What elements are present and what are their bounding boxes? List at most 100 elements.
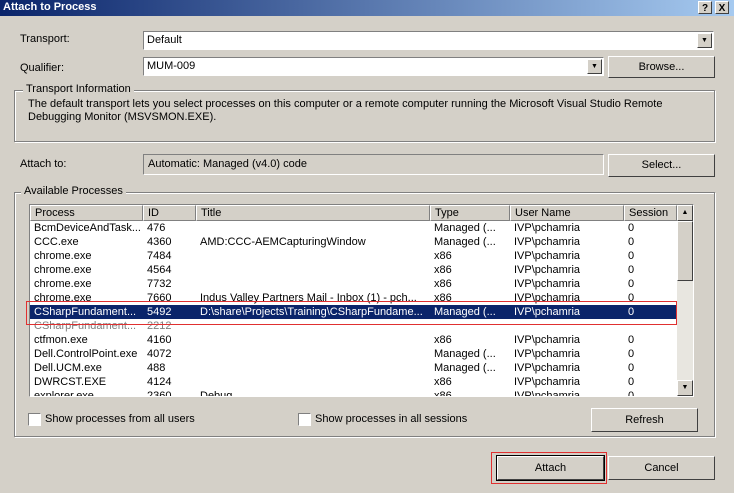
cell-process: CSharpFundament... xyxy=(34,306,137,318)
cell-session: 0 xyxy=(628,292,635,304)
column-header-type[interactable]: Type xyxy=(430,205,510,221)
cell-id: 476 xyxy=(147,222,166,234)
cell-type: Managed (... xyxy=(434,236,496,248)
cell-id: 2212 xyxy=(147,320,172,332)
cell-session: 0 xyxy=(628,348,635,360)
select-button[interactable]: Select... xyxy=(608,154,715,177)
all-sessions-checkbox[interactable] xyxy=(298,413,311,426)
process-row[interactable]: chrome.exe 7732 x86 IVP\pchamria 0 xyxy=(30,277,677,291)
cell-user: IVP\pchamria xyxy=(514,348,581,360)
attach-to-value: Automatic: Managed (v4.0) code xyxy=(148,158,307,170)
column-header-title[interactable]: Title xyxy=(196,205,430,221)
column-header-user-name[interactable]: User Name xyxy=(510,205,624,221)
cell-process: Dell.UCM.exe xyxy=(34,362,102,374)
cell-session: 0 xyxy=(628,334,635,346)
all-sessions-label: Show processes in all sessions xyxy=(315,413,468,425)
process-row[interactable]: chrome.exe 7660 Indus Valley Partners Mail… xyxy=(30,291,677,305)
process-row[interactable]: CSharpFundament... 2212 xyxy=(30,319,677,333)
cell-process: CSharpFundament... xyxy=(34,320,137,332)
scroll-down-icon[interactable]: ▼ xyxy=(677,380,693,396)
process-row[interactable]: chrome.exe 7484 x86 IVP\pchamria 0 xyxy=(30,249,677,263)
qualifier-label: Qualifier: xyxy=(20,62,65,74)
cell-process: chrome.exe xyxy=(34,292,92,304)
cell-type: x86 xyxy=(434,334,452,346)
cell-id: 7732 xyxy=(147,278,172,290)
process-row[interactable]: DWRCST.EXE 4124 x86 IVP\pchamria 0 xyxy=(30,375,677,389)
cell-session: 0 xyxy=(628,250,635,262)
refresh-button[interactable]: Refresh xyxy=(591,408,698,432)
column-header-process[interactable]: Process xyxy=(30,205,143,221)
cancel-button[interactable]: Cancel xyxy=(608,456,715,480)
transport-combo[interactable]: Default ▼ xyxy=(143,31,714,50)
cell-title: AMD:CCC-AEMCapturingWindow xyxy=(200,236,366,248)
attach-button[interactable]: Attach xyxy=(496,455,605,481)
scroll-up-icon[interactable]: ▲ xyxy=(677,205,693,221)
cell-process: BcmDeviceAndTask... xyxy=(34,222,141,234)
cell-user: IVP\pchamria xyxy=(514,334,581,346)
column-header-id[interactable]: ID xyxy=(143,205,196,221)
all-users-checkbox[interactable] xyxy=(28,413,41,426)
cell-session: 0 xyxy=(628,362,635,374)
cell-user: IVP\pchamria xyxy=(514,306,581,318)
cell-id: 488 xyxy=(147,362,166,374)
all-users-label: Show processes from all users xyxy=(45,413,195,425)
cell-process: chrome.exe xyxy=(34,250,92,262)
transport-info-line1: The default transport lets you select pr… xyxy=(28,98,663,110)
cell-id: 2360 xyxy=(147,390,172,397)
cell-type: Managed (... xyxy=(434,362,496,374)
browse-button[interactable]: Browse... xyxy=(608,56,715,78)
transport-label: Transport: xyxy=(20,33,70,45)
title-bar: Attach to Process ? X xyxy=(0,0,734,16)
attach-to-label: Attach to: xyxy=(20,158,67,170)
cell-id: 4564 xyxy=(147,264,172,276)
cell-id: 5492 xyxy=(147,306,172,318)
transport-info-line2: Debugging Monitor (MSVSMON.EXE). xyxy=(28,111,217,123)
vertical-scrollbar[interactable]: ▲ ▼ xyxy=(677,205,693,396)
cell-type: Managed (... xyxy=(434,348,496,360)
cell-process: DWRCST.EXE xyxy=(34,376,107,388)
help-button[interactable]: ? xyxy=(698,1,712,14)
process-row[interactable]: CCC.exe 4360 AMD:CCC-AEMCapturingWindow Man… xyxy=(30,235,677,249)
cell-user: IVP\pchamria xyxy=(514,390,581,397)
qualifier-combo[interactable]: MUM-009 ▼ xyxy=(143,57,604,76)
chevron-down-icon[interactable]: ▼ xyxy=(697,33,712,48)
column-header-session[interactable]: Session xyxy=(624,205,677,221)
cell-process: chrome.exe xyxy=(34,264,92,276)
cell-id: 4160 xyxy=(147,334,172,346)
cell-user: IVP\pchamria xyxy=(514,362,581,374)
attach-to-field: Automatic: Managed (v4.0) code xyxy=(143,154,604,175)
cell-user: IVP\pchamria xyxy=(514,222,581,234)
cell-session: 0 xyxy=(628,306,635,318)
cell-id: 4124 xyxy=(147,376,172,388)
cell-title: Debug xyxy=(200,390,233,397)
transport-info-group: Transport Information The default transp… xyxy=(14,83,715,142)
transport-info-caption: Transport Information xyxy=(23,83,134,95)
process-row[interactable]: CSharpFundament... 5492 D:\share\Projects\… xyxy=(30,305,677,319)
cell-process: chrome.exe xyxy=(34,278,92,290)
scroll-thumb[interactable] xyxy=(677,221,693,281)
transport-value: Default xyxy=(147,34,182,46)
process-row[interactable]: chrome.exe 4564 x86 IVP\pchamria 0 xyxy=(30,263,677,277)
chevron-down-icon[interactable]: ▼ xyxy=(587,59,602,74)
cell-user: IVP\pchamria xyxy=(514,236,581,248)
cell-user: IVP\pchamria xyxy=(514,292,581,304)
process-row[interactable]: explorer.exe 2360 Debug x86 IVP\pchamria 0 xyxy=(30,389,677,397)
cell-type: x86 xyxy=(434,390,452,397)
cell-user: IVP\pchamria xyxy=(514,250,581,262)
qualifier-value: MUM-009 xyxy=(147,60,196,72)
cell-title: D:\share\Projects\Training\CSharpFundame… xyxy=(200,306,423,318)
cell-type: Managed (... xyxy=(434,222,496,234)
cell-type: x86 xyxy=(434,376,452,388)
process-row[interactable]: Dell.ControlPoint.exe 4072 Managed (... IVP… xyxy=(30,347,677,361)
cell-session: 0 xyxy=(628,222,635,234)
process-row[interactable]: Dell.UCM.exe 488 Managed (... IVP\pchamria 0 xyxy=(30,361,677,375)
process-row[interactable]: BcmDeviceAndTask... 476 Managed (... IVP\pc… xyxy=(30,221,677,235)
cell-user: IVP\pchamria xyxy=(514,278,581,290)
cell-type: x86 xyxy=(434,278,452,290)
process-row[interactable]: ctfmon.exe 4160 x86 IVP\pchamria 0 xyxy=(30,333,677,347)
close-button[interactable]: X xyxy=(715,1,729,14)
cell-id: 7484 xyxy=(147,250,172,262)
cell-user: IVP\pchamria xyxy=(514,264,581,276)
cell-session: 0 xyxy=(628,376,635,388)
process-list[interactable]: Process ID Title Type User Name Session … xyxy=(29,204,694,397)
